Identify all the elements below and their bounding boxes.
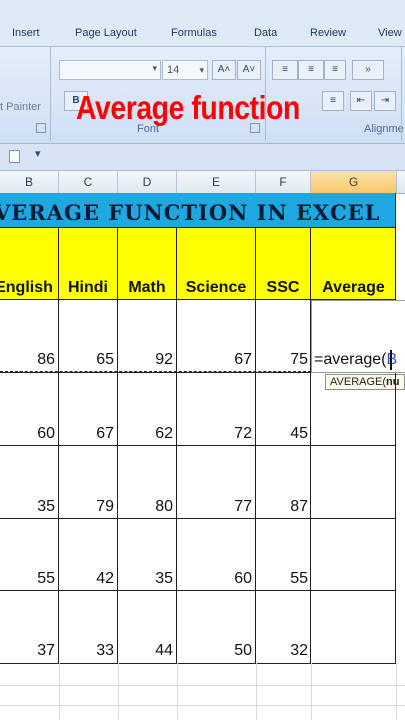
table-cell[interactable]	[311, 519, 396, 591]
chevron-down-icon: ▾	[199, 65, 204, 75]
header-english: English	[0, 279, 53, 296]
cell-value: 65	[96, 351, 114, 368]
column-header-c[interactable]: C	[59, 171, 118, 193]
gridline	[118, 663, 119, 720]
header-ssc: SSC	[266, 279, 300, 296]
ribbon-tabs: Insert Page Layout Formulas Data Review …	[0, 0, 405, 47]
formula-input[interactable]: =average(B	[314, 351, 397, 369]
column-header-e[interactable]: E	[177, 171, 256, 193]
decrease-indent-button[interactable]: ⇤	[350, 91, 372, 111]
cell-value: 35	[155, 570, 173, 587]
font-size-value: 14	[167, 64, 180, 76]
font-size-select[interactable]: 14 ▾	[162, 60, 208, 80]
align-bottom-button[interactable]: ≡	[324, 60, 346, 80]
column-header-f[interactable]: F	[256, 171, 311, 193]
cell-value: 42	[96, 570, 114, 587]
cell-value: 87	[290, 498, 308, 515]
orientation-button[interactable]: »	[352, 60, 384, 80]
gridline	[59, 663, 60, 720]
column-header-d[interactable]: D	[118, 171, 177, 193]
cell-value: 67	[234, 351, 252, 368]
cell-value: 72	[234, 425, 252, 442]
cell-value: 75	[290, 351, 308, 368]
cell-value: 80	[155, 498, 173, 515]
table-cell[interactable]	[311, 591, 396, 664]
cell-value: 67	[96, 425, 114, 442]
cell-value: 55	[37, 570, 55, 587]
cell-value: 55	[290, 570, 308, 587]
cell-value: 60	[37, 425, 55, 442]
group-separator	[401, 47, 402, 141]
gridline	[396, 663, 397, 720]
cell-value: 35	[37, 498, 55, 515]
formula-text: =average(	[314, 351, 387, 368]
gridline	[0, 705, 405, 706]
increase-indent-button[interactable]: ⇥	[374, 91, 396, 111]
customize-toolbar-icon[interactable]: ▾	[35, 147, 41, 160]
header-hindi: Hindi	[68, 279, 108, 296]
column-header-h[interactable]	[397, 171, 405, 193]
alignment-group-label: Alignme	[364, 123, 404, 135]
worksheet: VERAGE FUNCTION IN EXCEL English Hindi M…	[0, 193, 405, 720]
group-separator	[50, 47, 51, 141]
format-painter-label[interactable]: t Painter	[0, 101, 41, 113]
dialog-launcher-icon[interactable]	[36, 123, 46, 133]
align-top-button[interactable]: ≡	[272, 60, 298, 80]
cell-value: 33	[96, 642, 114, 659]
tab-formulas[interactable]: Formulas	[171, 27, 217, 39]
gridline	[177, 663, 178, 720]
tab-data[interactable]: Data	[254, 27, 277, 39]
quick-access-bar: ▾	[0, 144, 405, 171]
cell-value: 45	[290, 425, 308, 442]
grow-font-button[interactable]: A˄	[212, 60, 236, 80]
tab-insert[interactable]: Insert	[12, 27, 40, 39]
gridline	[0, 685, 405, 686]
table-cell[interactable]	[311, 446, 396, 519]
column-header-b[interactable]: B	[0, 171, 59, 193]
copy-marquee	[0, 371, 311, 372]
tab-view[interactable]: View	[378, 27, 402, 39]
cell-value: 62	[155, 425, 173, 442]
new-document-icon[interactable]	[9, 150, 20, 163]
tab-review[interactable]: Review	[310, 27, 346, 39]
header-math: Math	[128, 279, 166, 296]
column-headers: B C D E F G	[0, 171, 405, 194]
header-science: Science	[185, 279, 247, 296]
cell-value: 79	[96, 498, 114, 515]
table-cell[interactable]	[311, 373, 396, 446]
cell-value: 92	[155, 351, 173, 368]
sheet-title: VERAGE FUNCTION IN EXCEL	[0, 200, 381, 225]
text-cursor-icon	[390, 350, 392, 370]
font-name-select[interactable]: ▾	[59, 60, 161, 80]
gridline	[256, 663, 257, 720]
cell-value: 50	[234, 642, 252, 659]
column-header-g[interactable]: G	[311, 171, 397, 193]
chevron-down-icon: ▾	[152, 63, 157, 73]
gridline	[311, 663, 312, 720]
cell-value: 44	[155, 642, 173, 659]
tab-page-layout[interactable]: Page Layout	[75, 27, 137, 39]
cell-value: 86	[37, 351, 55, 368]
header-average: Average	[322, 279, 385, 296]
align-middle-button[interactable]: ≡	[298, 60, 324, 80]
cell-value: 32	[290, 642, 308, 659]
cell-value: 37	[37, 642, 55, 659]
shrink-font-button[interactable]: A˅	[237, 60, 261, 80]
cell-value: 77	[234, 498, 252, 515]
cell-value: 60	[234, 570, 252, 587]
overlay-title: Average function	[76, 89, 300, 126]
align-right-button[interactable]: ≡	[322, 91, 344, 111]
title-cell[interactable]: VERAGE FUNCTION IN EXCEL	[0, 193, 396, 228]
